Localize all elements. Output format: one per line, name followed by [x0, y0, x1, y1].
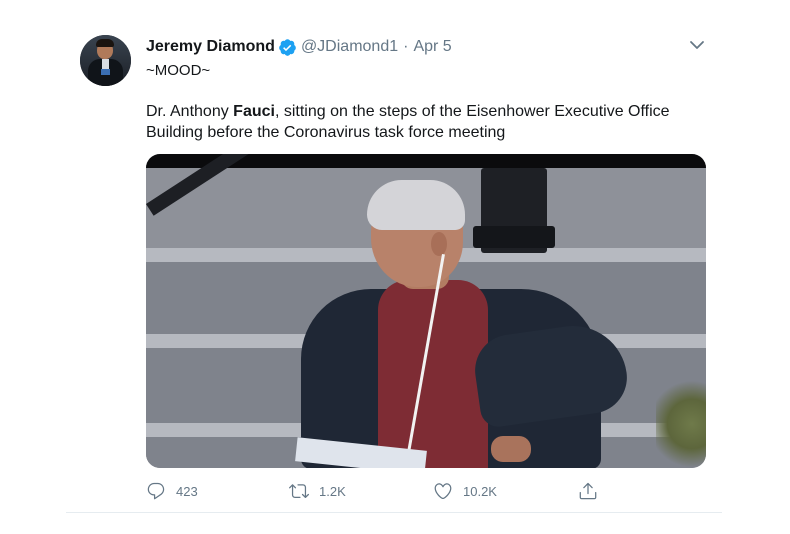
author-handle[interactable]: @JDiamond1 — [301, 38, 398, 56]
like-count: 10.2K — [463, 483, 497, 499]
retweet-count: 1.2K — [319, 483, 346, 499]
avatar-phone — [101, 69, 110, 75]
photo-hand — [491, 436, 531, 462]
share-button[interactable] — [578, 478, 598, 504]
heart-icon — [434, 483, 452, 500]
tweet[interactable]: Jeremy Diamond @JDiamond1 · Apr 5 ~MOOD~… — [66, 0, 722, 513]
avatar[interactable] — [80, 35, 131, 86]
retweet-button[interactable]: 1.2K — [289, 478, 346, 504]
photo-railing-cap — [473, 226, 555, 248]
tweet-actions: 423 1.2K 10.2K — [146, 478, 616, 504]
retweet-icon — [289, 484, 309, 499]
tweet-text: Dr. Anthony Fauci, sitting on the steps … — [146, 101, 706, 143]
tweet-photo[interactable] — [146, 154, 706, 468]
photo-foliage — [656, 374, 706, 468]
reply-button[interactable]: 423 — [146, 478, 198, 504]
avatar-hair — [96, 39, 114, 47]
reply-count: 423 — [176, 483, 198, 499]
photo-hair — [367, 180, 465, 230]
like-button[interactable]: 10.2K — [433, 478, 497, 504]
share-icon — [579, 482, 597, 500]
photo-ear — [431, 232, 447, 256]
tweet-mood: ~MOOD~ — [146, 62, 211, 79]
tweet-date[interactable]: Apr 5 — [413, 38, 451, 56]
chevron-down-icon[interactable] — [688, 38, 706, 52]
reply-icon — [147, 482, 165, 500]
author-name[interactable]: Jeremy Diamond — [146, 38, 275, 56]
tweet-text-bold: Fauci — [233, 103, 275, 120]
verified-badge-icon — [279, 38, 296, 56]
separator-dot: · — [403, 38, 409, 55]
tweet-header: Jeremy Diamond @JDiamond1 · Apr 5 — [146, 36, 452, 58]
tweet-text-before: Dr. Anthony — [146, 103, 234, 120]
